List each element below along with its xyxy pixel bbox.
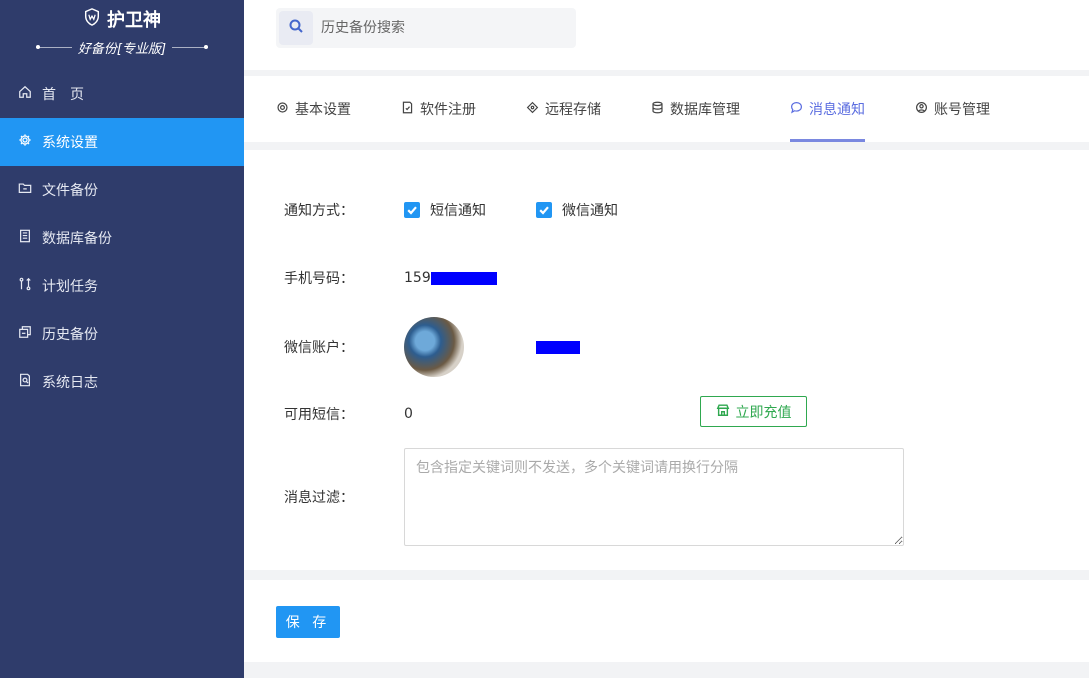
tab-label: 远程存储 bbox=[545, 102, 601, 118]
search-icon bbox=[288, 18, 304, 38]
redaction-bar bbox=[430, 271, 497, 285]
footer-bar: 保 存 bbox=[244, 580, 1089, 662]
tab-remote-storage[interactable]: 远程存储 bbox=[526, 76, 601, 142]
tab-label: 消息通知 bbox=[809, 102, 865, 118]
recharge-button[interactable]: 立即充值 bbox=[700, 396, 807, 427]
gear-icon bbox=[276, 101, 289, 118]
sidebar-menu: 首 页 系统设置 文件备份 数据库备份 计划任务 历史备份 系统日志 bbox=[0, 70, 244, 406]
home-icon bbox=[18, 85, 32, 103]
notify-method-row: 通知方式： 短信通知 微信通知 bbox=[284, 200, 668, 220]
tab-message-notification[interactable]: 消息通知 bbox=[790, 76, 865, 142]
phone-prefix: 159 bbox=[404, 270, 431, 286]
redaction-bar bbox=[536, 340, 580, 354]
search-input[interactable] bbox=[321, 20, 561, 36]
sidebar-item-label: 数据库备份 bbox=[42, 231, 112, 247]
sms-notify-label: 短信通知 bbox=[430, 203, 486, 219]
phone-label: 手机号码： bbox=[284, 271, 354, 287]
filter-keywords-textarea[interactable] bbox=[404, 448, 904, 546]
database-icon bbox=[18, 229, 32, 247]
chat-icon bbox=[790, 101, 803, 118]
search-box bbox=[276, 8, 576, 48]
notify-method-label: 通知方式： bbox=[284, 203, 354, 219]
account-icon bbox=[915, 101, 928, 118]
database-icon bbox=[651, 101, 664, 118]
top-bar bbox=[244, 0, 1089, 70]
divider bbox=[172, 45, 209, 49]
settings-tabs-bar: 基本设置 软件注册 远程存储 数据库管理 消息通知 账号管理 bbox=[244, 76, 1089, 142]
avatar bbox=[404, 317, 464, 377]
filter-row: 消息过滤： bbox=[284, 487, 404, 507]
shield-logo-icon bbox=[83, 7, 101, 31]
sidebar-item-system-settings[interactable]: 系统设置 bbox=[0, 118, 244, 166]
sidebar-item-label: 系统日志 bbox=[42, 375, 98, 391]
brand-name: 护卫神 bbox=[107, 10, 161, 31]
history-icon bbox=[18, 325, 32, 343]
search-button[interactable] bbox=[279, 11, 313, 45]
filter-label: 消息过滤： bbox=[284, 490, 354, 506]
checkbox-checked-icon bbox=[536, 202, 552, 218]
main-area: 基本设置 软件注册 远程存储 数据库管理 消息通知 账号管理 bbox=[244, 0, 1089, 678]
wechat-notify-checkbox[interactable]: 微信通知 bbox=[536, 200, 618, 220]
sidebar-item-label: 文件备份 bbox=[42, 183, 98, 199]
schedule-icon bbox=[18, 277, 32, 295]
tab-label: 基本设置 bbox=[295, 102, 351, 118]
gear-icon bbox=[18, 133, 32, 151]
phone-row: 手机号码： 159 bbox=[284, 268, 497, 288]
sidebar-item-label: 历史备份 bbox=[42, 327, 98, 343]
wechat-notify-label: 微信通知 bbox=[562, 203, 618, 219]
sms-notify-checkbox[interactable]: 短信通知 bbox=[404, 200, 486, 220]
sms-available-row: 可用短信： 0 bbox=[284, 404, 413, 424]
brand: 护卫神 好备份[专业版] bbox=[0, 0, 244, 66]
tab-label: 数据库管理 bbox=[670, 102, 740, 118]
brand-subtitle: 好备份[专业版] bbox=[0, 38, 244, 57]
sms-available-value: 0 bbox=[404, 406, 413, 422]
tab-basic-settings[interactable]: 基本设置 bbox=[276, 76, 351, 142]
wechat-account-label: 微信账户： bbox=[284, 340, 354, 356]
sidebar-item-history-backup[interactable]: 历史备份 bbox=[0, 310, 244, 358]
sidebar-item-scheduled-tasks[interactable]: 计划任务 bbox=[0, 262, 244, 310]
tab-label: 软件注册 bbox=[420, 102, 476, 118]
save-button[interactable]: 保 存 bbox=[276, 606, 340, 638]
sidebar-item-file-backup[interactable]: 文件备份 bbox=[0, 166, 244, 214]
phone-value: 159 bbox=[404, 270, 497, 286]
folder-icon bbox=[18, 181, 32, 199]
sidebar-item-home[interactable]: 首 页 bbox=[0, 70, 244, 118]
remote-icon bbox=[526, 101, 539, 118]
notification-settings-form: 通知方式： 短信通知 微信通知 手机号码： 159 微信账户： 可用短信： 0 … bbox=[244, 150, 1089, 570]
settings-tabs: 基本设置 软件注册 远程存储 数据库管理 消息通知 账号管理 bbox=[244, 76, 1089, 142]
tab-database-management[interactable]: 数据库管理 bbox=[651, 76, 740, 142]
tab-account-management[interactable]: 账号管理 bbox=[915, 76, 990, 142]
sidebar-item-label: 计划任务 bbox=[42, 279, 98, 295]
sidebar: 护卫神 好备份[专业版] 首 页 系统设置 文件备份 数据库备份 计划任务 历史… bbox=[0, 0, 244, 678]
brand-title: 护卫神 bbox=[0, 6, 244, 32]
register-icon bbox=[401, 101, 414, 118]
log-icon bbox=[18, 373, 32, 391]
edition-label: 好备份[专业版] bbox=[77, 42, 167, 57]
tab-software-registration[interactable]: 软件注册 bbox=[401, 76, 476, 142]
sidebar-item-database-backup[interactable]: 数据库备份 bbox=[0, 214, 244, 262]
sidebar-item-label: 首 页 bbox=[42, 87, 84, 103]
divider bbox=[35, 45, 72, 49]
sidebar-item-system-log[interactable]: 系统日志 bbox=[0, 358, 244, 406]
checkbox-checked-icon bbox=[404, 202, 420, 218]
recharge-label: 立即充值 bbox=[735, 404, 792, 421]
sidebar-item-label: 系统设置 bbox=[42, 135, 98, 151]
tab-label: 账号管理 bbox=[934, 102, 990, 118]
store-icon bbox=[716, 403, 730, 421]
sms-available-label: 可用短信： bbox=[284, 407, 354, 423]
wechat-account-row: 微信账户： bbox=[284, 317, 580, 377]
